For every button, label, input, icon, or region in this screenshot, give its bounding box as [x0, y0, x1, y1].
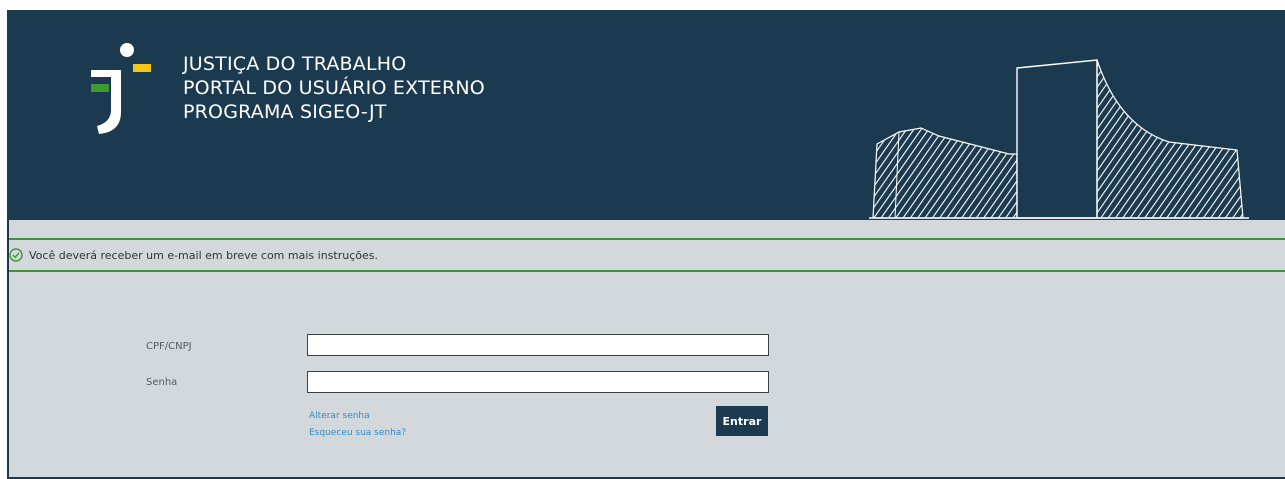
- title-line-2: PORTAL DO USUÁRIO EXTERNO: [183, 77, 485, 99]
- portal-window: JUSTIÇA DO TRABALHO PORTAL DO USUÁRIO EX…: [7, 10, 1285, 479]
- login-button[interactable]: Entrar: [716, 406, 768, 436]
- password-input[interactable]: [307, 371, 769, 393]
- success-alert: Você deverá receber um e-mail em breve c…: [9, 238, 1285, 272]
- alert-message: Você deverá receber um e-mail em breve c…: [29, 248, 378, 262]
- portal-title: JUSTIÇA DO TRABALHO PORTAL DO USUÁRIO EX…: [183, 52, 485, 124]
- check-circle-icon: [9, 248, 23, 262]
- forgot-password-link[interactable]: Esqueceu sua senha?: [309, 428, 406, 438]
- jt-logo-icon: [91, 43, 151, 134]
- cpf-cnpj-label: CPF/CNPJ: [146, 341, 192, 352]
- court-building-illustration: [869, 59, 1249, 219]
- title-line-1: JUSTIÇA DO TRABALHO: [183, 53, 407, 75]
- header-banner: JUSTIÇA DO TRABALHO PORTAL DO USUÁRIO EX…: [9, 10, 1285, 220]
- change-password-link[interactable]: Alterar senha: [309, 411, 370, 421]
- title-line-3: PROGRAMA SIGEO-JT: [183, 101, 387, 123]
- cpf-cnpj-input[interactable]: [307, 334, 769, 356]
- password-label: Senha: [146, 377, 178, 388]
